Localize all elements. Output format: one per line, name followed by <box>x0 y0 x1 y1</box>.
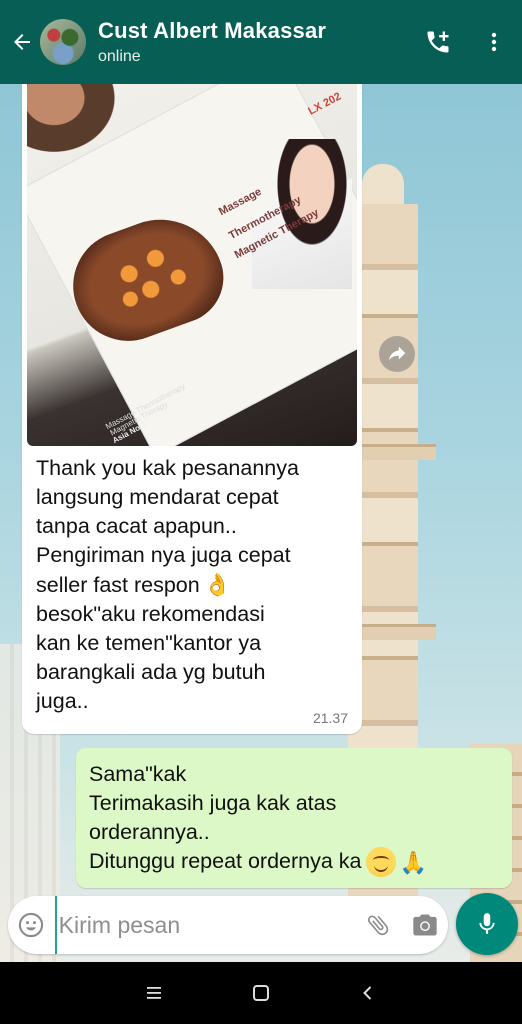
camera-button[interactable] <box>401 896 448 954</box>
add-call-icon <box>427 31 449 53</box>
recents-icon <box>146 987 161 999</box>
message-composer <box>8 896 448 954</box>
home-icon <box>252 985 269 1001</box>
message-line: seller fast respon <box>36 573 200 597</box>
message-line: Thank you kak pesanannya <box>36 456 299 480</box>
avatar[interactable] <box>40 19 86 65</box>
recents-button[interactable] <box>124 962 184 1024</box>
message-line: barangkali ada yg butuh <box>36 660 266 684</box>
back-nav-button[interactable] <box>338 962 398 1024</box>
message-line-with-emoji: Ditunggu repeat ordernya ka 🙏 <box>89 847 427 878</box>
smiling-face-emoji <box>365 847 396 878</box>
attach-button[interactable] <box>355 896 402 954</box>
emoji-icon <box>19 912 44 938</box>
outgoing-message[interactable]: Sama"kak Terimakasih juga kak atas order… <box>76 748 512 888</box>
incoming-message[interactable]: Massage Thermotherapy Magnetic Therapy L… <box>22 84 362 734</box>
more-options-button[interactable] <box>466 0 522 84</box>
message-line: tanpa cacat apapun.. <box>36 514 237 538</box>
add-call-button[interactable] <box>410 0 466 84</box>
praying-hands-emoji: 🙏 <box>399 849 427 875</box>
message-text: Sama"kak Terimakasih juga kak atas order… <box>89 760 427 878</box>
message-text: Thank you kak pesanannya langsung mendar… <box>36 454 356 716</box>
message-line: orderannya.. <box>89 820 210 844</box>
message-line: Terimakasih juga kak atas <box>89 791 337 815</box>
emoji-button[interactable] <box>8 896 55 954</box>
message-line: Pengiriman nya juga cepat <box>36 543 291 567</box>
system-navigation-bar <box>0 962 522 1024</box>
contact-name: Cust Albert Makassar <box>98 18 327 43</box>
message-time: 21.37 <box>312 710 348 726</box>
attach-icon <box>367 915 389 936</box>
message-line: juga.. <box>36 689 89 713</box>
contact-info[interactable]: Cust Albert Makassar online <box>98 18 410 66</box>
camera-icon <box>413 914 437 936</box>
contact-status: online <box>98 48 141 65</box>
message-line: kan ke temen"kantor ya <box>36 631 262 655</box>
box-model: LX 202 <box>306 90 344 118</box>
chat-header: Cust Albert Makassar online <box>0 0 522 84</box>
voice-message-button[interactable] <box>456 893 518 955</box>
message-line: Sama"kak <box>89 762 187 786</box>
back-button[interactable] <box>4 0 40 84</box>
message-line: besok"aku rekomendasi <box>36 602 265 626</box>
back-icon <box>363 986 372 1000</box>
mic-icon <box>479 913 495 934</box>
forward-button[interactable] <box>379 336 415 372</box>
back-arrow-icon <box>14 34 30 50</box>
message-line: langsung mendarat cepat <box>36 485 279 509</box>
more-vert-icon <box>491 32 497 52</box>
home-button[interactable] <box>231 962 291 1024</box>
message-line-with-emoji: seller fast respon 👌 <box>36 570 356 600</box>
forward-icon <box>388 346 406 361</box>
message-photo[interactable]: Massage Thermotherapy Magnetic Therapy L… <box>27 84 357 446</box>
hand <box>27 84 117 154</box>
message-line: Ditunggu repeat ordernya ka <box>89 849 362 873</box>
message-input[interactable] <box>54 896 355 954</box>
ok-hand-emoji: 👌 <box>203 572 232 597</box>
